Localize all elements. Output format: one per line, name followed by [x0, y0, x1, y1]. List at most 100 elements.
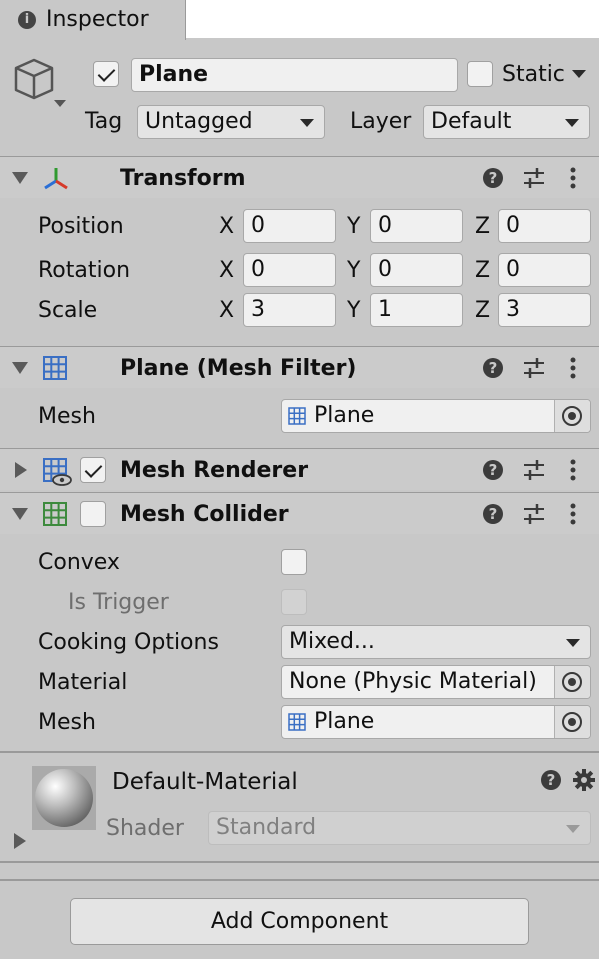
object-picker-icon[interactable] — [562, 406, 582, 426]
chevron-down-icon — [566, 825, 580, 833]
collider-mesh-field[interactable]: Plane — [281, 705, 591, 739]
mesh-collider-title: Mesh Collider — [120, 502, 289, 527]
add-component-label: Add Component — [210, 909, 389, 934]
axis-z-label[interactable]: Z — [475, 258, 490, 284]
material-foldout-arrow-icon[interactable] — [14, 833, 26, 849]
mesh-renderer-header[interactable]: Mesh Renderer ? — [0, 448, 599, 490]
divider — [0, 879, 599, 881]
collider-mesh-label: Mesh — [38, 710, 96, 735]
axis-x-label[interactable]: X — [219, 298, 234, 324]
mesh-filter-title: Plane (Mesh Filter) — [120, 356, 357, 381]
scale-x-field[interactable]: 3 — [243, 293, 336, 327]
collider-material-field[interactable]: None (Physic Material) — [281, 665, 591, 699]
foldout-arrow-icon[interactable] — [12, 362, 28, 374]
presets-icon[interactable] — [522, 356, 546, 380]
active-checkbox[interactable] — [93, 61, 119, 87]
more-options-icon[interactable] — [567, 458, 579, 482]
gear-icon[interactable] — [572, 768, 596, 792]
tab-bar-empty-area — [186, 0, 599, 38]
add-component-button[interactable]: Add Component — [70, 898, 529, 945]
presets-icon[interactable] — [522, 458, 546, 482]
object-picker-icon[interactable] — [562, 712, 582, 732]
static-dropdown-arrow-icon[interactable] — [572, 70, 586, 78]
help-icon[interactable]: ? — [483, 168, 503, 188]
mesh-collider-enabled-checkbox[interactable] — [80, 501, 106, 527]
rotation-x-field[interactable]: 0 — [243, 253, 336, 287]
tag-value: Untagged — [145, 109, 253, 134]
mesh-filter-grid-icon — [43, 356, 67, 380]
layer-dropdown[interactable]: Default — [423, 105, 590, 139]
gameobject-cube-icon[interactable] — [12, 56, 70, 112]
transform-axes-icon — [44, 168, 68, 190]
static-label[interactable]: Static — [502, 62, 565, 88]
position-x-field[interactable]: 0 — [243, 209, 336, 243]
scale-z-field[interactable]: 3 — [498, 293, 591, 327]
mesh-label: Mesh — [38, 404, 96, 429]
mesh-collider-grid-icon — [43, 502, 67, 526]
shader-dropdown: Standard — [208, 811, 591, 845]
cooking-options-dropdown[interactable]: Mixed... — [281, 625, 591, 659]
object-name-field[interactable]: Plane — [131, 58, 458, 92]
presets-icon[interactable] — [522, 502, 546, 526]
more-options-icon[interactable] — [567, 356, 579, 380]
more-options-icon[interactable] — [567, 166, 579, 190]
layer-value: Default — [431, 109, 512, 134]
help-icon[interactable]: ? — [483, 460, 503, 480]
foldout-arrow-icon[interactable] — [12, 508, 28, 520]
tag-dropdown[interactable]: Untagged — [137, 105, 325, 139]
position-label: Position — [38, 214, 124, 239]
transform-header[interactable]: Transform ? — [0, 156, 599, 198]
mesh-filter-mesh-field[interactable]: Plane — [281, 399, 591, 433]
mesh-renderer-enabled-checkbox[interactable] — [80, 457, 106, 483]
axis-y-label[interactable]: Y — [347, 298, 360, 324]
presets-icon[interactable] — [522, 166, 546, 190]
scale-label: Scale — [38, 298, 98, 323]
mesh-renderer-icon — [43, 458, 72, 486]
tab-inspector[interactable]: i Inspector — [0, 0, 186, 40]
mesh-filter-header[interactable]: Plane (Mesh Filter) ? — [0, 346, 599, 388]
material-sphere-icon — [35, 769, 93, 827]
chevron-down-icon — [566, 639, 580, 647]
help-icon[interactable]: ? — [541, 770, 561, 790]
help-icon[interactable]: ? — [483, 504, 503, 524]
mesh-filter-mesh-value: Plane — [314, 403, 375, 428]
info-icon: i — [18, 11, 36, 29]
mesh-grid-icon — [288, 407, 306, 425]
scale-y-field[interactable]: 1 — [370, 293, 463, 327]
position-z-field[interactable]: 0 — [498, 209, 591, 243]
mesh-renderer-title: Mesh Renderer — [120, 458, 309, 483]
cooking-options-value: Mixed... — [289, 629, 375, 654]
static-checkbox[interactable] — [467, 61, 493, 87]
material-preview[interactable] — [32, 766, 96, 830]
shader-label: Shader — [106, 816, 184, 841]
convex-checkbox[interactable] — [281, 549, 307, 575]
position-y-field[interactable]: 0 — [370, 209, 463, 243]
rotation-label: Rotation — [38, 258, 131, 283]
axis-y-label[interactable]: Y — [347, 258, 360, 284]
more-options-icon[interactable] — [567, 502, 579, 526]
object-picker-icon[interactable] — [562, 672, 582, 692]
is-trigger-label: Is Trigger — [68, 590, 169, 615]
transform-title: Transform — [120, 166, 246, 191]
help-icon[interactable]: ? — [483, 358, 503, 378]
shader-value: Standard — [216, 815, 317, 840]
layer-label: Layer — [350, 109, 412, 134]
convex-label: Convex — [38, 550, 120, 575]
rotation-y-field[interactable]: 0 — [370, 253, 463, 287]
axis-x-label[interactable]: X — [219, 214, 234, 240]
axis-z-label[interactable]: Z — [475, 298, 490, 324]
foldout-arrow-icon[interactable] — [12, 172, 28, 184]
axis-x-label[interactable]: X — [219, 258, 234, 284]
axis-y-label[interactable]: Y — [347, 214, 360, 240]
cooking-options-label: Cooking Options — [38, 630, 219, 655]
axis-z-label[interactable]: Z — [475, 214, 490, 240]
rotation-z-field[interactable]: 0 — [498, 253, 591, 287]
mesh-collider-header[interactable]: Mesh Collider ? — [0, 492, 599, 534]
foldout-arrow-icon[interactable] — [15, 462, 27, 478]
is-trigger-checkbox — [281, 589, 307, 615]
material-name: Default-Material — [112, 769, 298, 795]
chevron-down-icon — [300, 119, 314, 127]
divider — [0, 861, 599, 863]
tag-label: Tag — [85, 109, 123, 134]
chevron-down-icon — [565, 119, 579, 127]
